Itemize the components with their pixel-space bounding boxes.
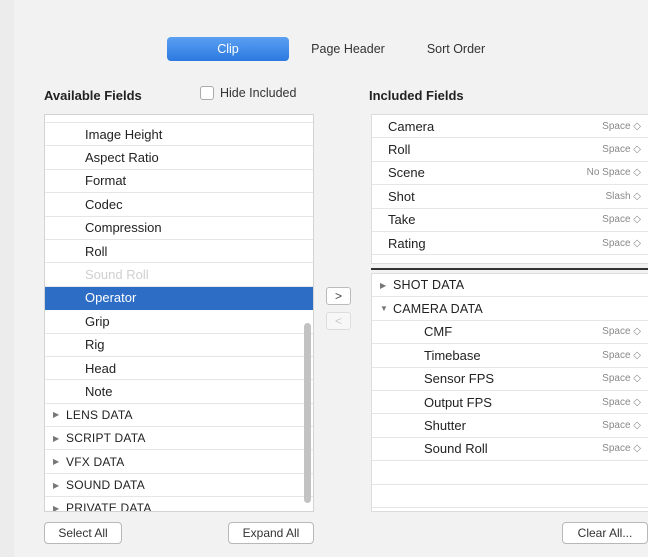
field-name: Timebase — [424, 347, 481, 363]
group-label: SCRIPT DATA — [66, 431, 146, 446]
group-sound-data[interactable]: ▶ SOUND DATA — [45, 474, 313, 498]
included-row[interactable]: Camera Space ◇ — [372, 115, 648, 139]
separator-select[interactable]: Space ◇ — [602, 420, 641, 431]
list-item[interactable]: Roll — [45, 240, 313, 264]
hide-included-toggle[interactable]: Hide Included — [200, 86, 296, 100]
field-name: Sound Roll — [424, 441, 488, 457]
included-row[interactable]: Roll Space ◇ — [372, 138, 648, 162]
category-label: CAMERA DATA — [393, 301, 483, 316]
list-item[interactable]: Grip — [45, 310, 313, 334]
camera-field-row[interactable]: Sensor FPS Space ◇ — [372, 368, 648, 391]
scrollbar[interactable] — [304, 323, 311, 503]
remove-field-button[interactable]: < — [326, 312, 351, 330]
group-label: SOUND DATA — [66, 478, 145, 493]
clear-all-button[interactable]: Clear All... — [562, 522, 648, 544]
tab-sort-order[interactable]: Sort Order — [407, 37, 505, 61]
list-item-selected[interactable]: Operator — [45, 286, 313, 311]
expand-all-button[interactable]: Expand All — [228, 522, 314, 544]
field-name: Shot — [388, 188, 415, 204]
separator-select[interactable]: No Space ◇ — [587, 167, 641, 178]
hide-included-label: Hide Included — [220, 86, 297, 100]
available-fields-heading: Available Fields — [44, 88, 142, 103]
included-row[interactable]: Rating Space ◇ — [372, 232, 648, 256]
field-name: Camera — [388, 118, 435, 134]
included-row[interactable]: Take Space ◇ — [372, 209, 648, 232]
hide-included-checkbox[interactable] — [200, 86, 214, 100]
camera-field-row[interactable]: Timebase Space ◇ — [372, 344, 648, 368]
field-name: Sensor FPS — [424, 371, 495, 387]
list-item[interactable]: Codec — [45, 193, 313, 217]
move-buttons: > < — [326, 287, 351, 330]
category-shot-data[interactable]: ▶ SHOT DATA — [372, 274, 648, 298]
group-label: LENS DATA — [66, 407, 133, 422]
separator-select[interactable]: Space ◇ — [602, 238, 641, 249]
field-name: Output FPS — [424, 394, 492, 410]
separator-select[interactable]: Space ◇ — [602, 350, 641, 361]
list-item[interactable]: Format — [45, 170, 313, 194]
disclosure-triangle-icon[interactable]: ▶ — [53, 457, 61, 466]
list-item[interactable]: Compression — [45, 217, 313, 240]
category-camera-data[interactable]: ▼ CAMERA DATA — [372, 297, 648, 321]
field-name: Rating — [388, 235, 426, 251]
included-row[interactable]: Scene No Space ◇ — [372, 162, 648, 186]
tab-bar: Clip Page Header Sort Order — [167, 36, 505, 61]
disclosure-triangle-icon[interactable]: ▶ — [380, 281, 388, 290]
group-lens-data[interactable]: ▶ LENS DATA — [45, 404, 313, 428]
list-item[interactable]: Rig — [45, 334, 313, 357]
available-fields-list[interactable]: Image Height Aspect Ratio Format Codec C… — [44, 114, 314, 512]
list-item[interactable]: Image Height — [45, 123, 313, 147]
separator-select[interactable]: Space ◇ — [602, 214, 641, 225]
separator-select[interactable]: Space ◇ — [602, 443, 641, 454]
list-item[interactable]: Aspect Ratio — [45, 146, 313, 170]
separator-select[interactable]: Space ◇ — [602, 121, 641, 132]
camera-field-row[interactable]: CMF Space ◇ — [372, 321, 648, 345]
field-name: CMF — [424, 324, 453, 340]
tab-clip[interactable]: Clip — [167, 36, 289, 61]
disclosure-triangle-icon[interactable]: ▶ — [53, 434, 61, 443]
list-item[interactable]: Note — [45, 380, 313, 404]
separator-select[interactable]: Slash ◇ — [606, 191, 641, 202]
group-vfx-data[interactable]: ▶ VFX DATA — [45, 450, 313, 474]
included-fields-heading: Included Fields — [369, 88, 464, 103]
disclosure-triangle-icon[interactable]: ▼ — [380, 304, 388, 313]
field-name: Scene — [388, 165, 425, 181]
field-name: Take — [388, 212, 416, 228]
disclosure-triangle-icon[interactable]: ▶ — [53, 410, 61, 419]
field-name: Roll — [388, 142, 411, 158]
included-fields-list[interactable]: Camera Space ◇ Roll Space ◇ Scene No Space … — [371, 114, 648, 264]
included-row[interactable]: Shot Slash ◇ — [372, 185, 648, 209]
camera-field-row[interactable]: Shutter Space ◇ — [372, 414, 648, 438]
empty-row — [372, 485, 648, 508]
separator-select[interactable]: Space ◇ — [602, 373, 641, 384]
list-item-included: Sound Roll — [45, 263, 313, 287]
disclosure-triangle-icon[interactable]: ▶ — [53, 481, 61, 490]
separator-select[interactable]: Space ◇ — [602, 397, 641, 408]
included-categories-list[interactable]: ▶ SHOT DATA ▼ CAMERA DATA CMF Space ◇ Timeb… — [371, 273, 648, 512]
camera-field-row[interactable]: Sound Roll Space ◇ — [372, 438, 648, 462]
field-name: Shutter — [424, 418, 466, 434]
list-item[interactable]: Head — [45, 357, 313, 381]
category-label: SHOT DATA — [393, 278, 465, 293]
disclosure-triangle-icon[interactable]: ▶ — [53, 504, 61, 511]
group-private-data[interactable]: ▶ PRIVATE DATA — [45, 497, 313, 512]
group-script-data[interactable]: ▶ SCRIPT DATA — [45, 427, 313, 451]
empty-row — [372, 461, 648, 485]
camera-field-row[interactable]: Output FPS Space ◇ — [372, 391, 648, 415]
group-label: PRIVATE DATA — [66, 501, 152, 512]
group-label: VFX DATA — [66, 454, 125, 469]
separator-select[interactable]: Space ◇ — [602, 144, 641, 155]
section-divider — [371, 268, 648, 270]
select-all-button[interactable]: Select All — [44, 522, 122, 544]
tab-page-header[interactable]: Page Header — [289, 37, 407, 61]
list-item-partial — [45, 115, 313, 123]
fields-window: Clip Page Header Sort Order Available Fi… — [14, 0, 648, 557]
add-field-button[interactable]: > — [326, 287, 351, 305]
separator-select[interactable]: Space ◇ — [602, 326, 641, 337]
